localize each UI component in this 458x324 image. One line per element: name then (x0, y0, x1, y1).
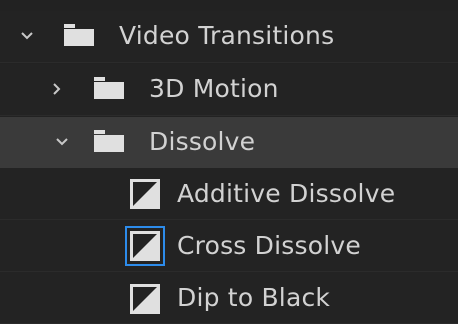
transition-preset-icon (130, 179, 160, 209)
tree-item-label: Cross Dissolve (177, 231, 361, 260)
tree-item-3d-motion[interactable]: 3D Motion (0, 64, 458, 116)
chevron-down-icon[interactable] (54, 134, 70, 150)
effects-panel: Video Transitions 3D Motion Dissolve Add… (0, 0, 458, 324)
tree-item-dissolve[interactable]: Dissolve (0, 117, 458, 169)
tree-item-label: 3D Motion (149, 74, 279, 103)
transition-preset-icon (130, 284, 160, 314)
tree-item-additive-dissolve[interactable]: Additive Dissolve (0, 168, 458, 220)
tree-item-label: Dissolve (149, 127, 256, 156)
tree-item-dip-to-black[interactable]: Dip to Black (0, 272, 458, 324)
tree-item-video-transitions[interactable]: Video Transitions (0, 11, 458, 63)
chevron-down-icon[interactable] (19, 28, 35, 44)
tree-item-cross-dissolve[interactable]: Cross Dissolve (0, 220, 458, 272)
chevron-right-icon[interactable] (49, 81, 65, 97)
folder-icon (94, 77, 124, 99)
folder-icon (94, 130, 124, 152)
tree-item-label: Video Transitions (119, 21, 335, 50)
folder-icon (64, 24, 94, 46)
transition-preset-icon (125, 226, 165, 266)
tree-item-label: Additive Dissolve (177, 179, 396, 208)
tree-item-label: Dip to Black (177, 283, 331, 312)
